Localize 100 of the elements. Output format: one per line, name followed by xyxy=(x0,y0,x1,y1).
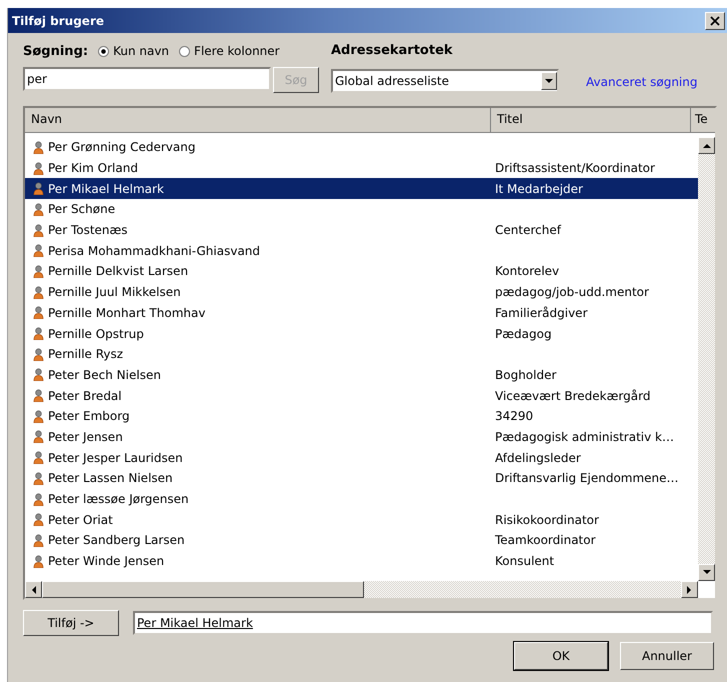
list-row[interactable]: Peter Winde Jensen Konsulent xyxy=(25,550,698,572)
selected-users-field[interactable]: Per Mikael Helmark xyxy=(133,611,713,635)
person-icon xyxy=(33,327,44,340)
scroll-left-button[interactable] xyxy=(25,581,42,598)
user-title: Pædagogisk administrativ k… xyxy=(495,430,674,444)
user-title: It Medarbejder xyxy=(495,182,583,196)
vertical-scrollbar[interactable] xyxy=(698,137,715,581)
person-icon xyxy=(33,224,44,237)
ok-button[interactable]: OK xyxy=(514,642,608,670)
user-name: Peter Lassen Nielsen xyxy=(48,471,173,486)
user-title: 34290 xyxy=(495,409,534,424)
triangle-left-icon xyxy=(31,586,36,594)
user-name: Per Kim Orland xyxy=(48,161,138,176)
person-icon xyxy=(33,368,44,382)
user-name: Peter Bredal xyxy=(48,388,122,403)
person-icon xyxy=(33,451,44,464)
list-row[interactable]: Per Schøne xyxy=(25,199,698,220)
search-field[interactable]: per xyxy=(23,67,271,91)
person-icon xyxy=(33,348,44,361)
user-name: Peter Oriat xyxy=(48,512,113,527)
user-title: Viceævært Bredekærgård xyxy=(495,388,650,403)
close-icon[interactable] xyxy=(705,12,725,30)
person-icon xyxy=(33,492,44,506)
person-icon xyxy=(33,182,44,196)
list-row[interactable]: Peter Lassen Nielsen Driftansvarlig Ejendommene… xyxy=(25,468,698,489)
search-label: Søgning: xyxy=(23,44,88,58)
person-icon xyxy=(33,264,44,278)
person-icon xyxy=(33,430,44,444)
list-row[interactable]: Pernille Delkvist Larsen Kontorelev xyxy=(25,261,698,282)
user-name: Peter Winde Jensen xyxy=(48,554,164,568)
address-book-label: Adressekartotek xyxy=(331,43,454,60)
address-book-dropdown[interactable]: Global adresseliste xyxy=(331,69,559,93)
person-icon xyxy=(33,389,44,402)
user-title: pædagog/job-udd.mentor xyxy=(495,285,649,300)
column-header[interactable]: Titel xyxy=(491,108,691,132)
person-icon xyxy=(33,244,44,258)
person-icon xyxy=(33,534,44,547)
user-name: Pernille Opstrup xyxy=(48,326,144,341)
user-title: Pædagog xyxy=(495,326,552,341)
user-title: Bogholder xyxy=(495,368,556,382)
list-row[interactable]: Peter Jesper Lauridsen Afdelingsleder xyxy=(25,447,698,468)
user-title: Afdelingsleder xyxy=(495,450,581,465)
user-name: Pernille Delkvist Larsen xyxy=(48,264,188,278)
person-icon xyxy=(33,554,44,568)
user-title: Driftansvarlig Ejendommene… xyxy=(495,471,679,486)
user-title: Kontorelev xyxy=(495,264,560,278)
radio-option[interactable]: Flere kolonner xyxy=(179,44,280,58)
list-row[interactable]: Peter Emborg 34290 xyxy=(25,406,698,427)
column-header[interactable]: Navn xyxy=(25,108,491,132)
triangle-down-icon xyxy=(702,570,710,575)
list-row[interactable]: Pernille Opstrup Pædagog xyxy=(25,323,698,344)
window-title: Tilføj brugere xyxy=(12,14,104,28)
list-row[interactable]: Per Kim Orland Driftsassistent/Koordinator xyxy=(25,158,698,178)
scroll-up-button[interactable] xyxy=(698,137,715,154)
user-title: Konsulent xyxy=(495,554,554,568)
user-name: Pernille Juul Mikkelsen xyxy=(48,285,181,300)
list-row[interactable]: Pernille Monhart Thomhav Familierådgiver xyxy=(25,302,698,324)
user-name: Per Schøne xyxy=(48,202,116,216)
column-header[interactable]: Te xyxy=(691,108,715,132)
user-name: Peter Sandberg Larsen xyxy=(48,533,185,548)
list-row[interactable]: Pernille Juul Mikkelsen pædagog/job-udd.mentor xyxy=(25,282,698,302)
person-icon xyxy=(33,513,44,526)
scroll-right-button[interactable] xyxy=(681,581,698,598)
person-icon xyxy=(33,202,44,216)
user-name: Peter læssøe Jørgensen xyxy=(48,492,189,506)
person-icon xyxy=(33,306,44,320)
radio-option[interactable]: Kun navn xyxy=(98,44,170,58)
dropdown-button[interactable] xyxy=(541,72,557,90)
list-row[interactable]: Perisa Mohammadkhani-Ghiasvand xyxy=(25,240,698,262)
cancel-button[interactable]: Annuller xyxy=(620,642,714,670)
list-row[interactable]: Peter Oriat Risikokoordinator xyxy=(25,509,698,530)
scroll-down-button[interactable] xyxy=(698,564,715,581)
user-name: Pernille Monhart Thomhav xyxy=(48,306,206,320)
add-button[interactable]: Tilføj -> xyxy=(23,610,119,636)
user-name: Per Mikael Helmark xyxy=(48,182,164,196)
list-row[interactable]: Peter Sandberg Larsen Teamkoordinator xyxy=(25,530,698,551)
person-icon xyxy=(33,286,44,299)
list-row[interactable]: Pernille Rysz xyxy=(25,344,698,365)
user-name: Peter Jensen xyxy=(48,430,123,444)
person-icon xyxy=(33,162,44,175)
list-row[interactable]: Peter Bredal Viceævært Bredekærgård xyxy=(25,385,698,406)
list-row[interactable]: Peter Bech Nielsen Bogholder xyxy=(25,364,698,386)
user-title: Familierådgiver xyxy=(495,306,588,320)
list-row[interactable]: Per Grønning Cedervang xyxy=(25,137,698,158)
list-row[interactable]: Peter Jensen Pædagogisk administrativ k… xyxy=(25,426,698,448)
user-name: Pernille Rysz xyxy=(48,347,124,362)
user-title: Driftsassistent/Koordinator xyxy=(495,161,655,176)
user-name: Perisa Mohammadkhani-Ghiasvand xyxy=(48,244,260,258)
horizontal-scrollbar[interactable] xyxy=(25,581,698,598)
user-name: Per Grønning Cedervang xyxy=(48,140,196,154)
advanced-search-link[interactable]: Avanceret søgning xyxy=(586,75,698,89)
caret-down-icon xyxy=(545,78,553,84)
list-row[interactable]: Per Tostenæs Centerchef xyxy=(25,220,698,240)
user-title: Centerchef xyxy=(495,223,561,238)
user-title: Risikokoordinator xyxy=(495,512,599,527)
triangle-right-icon xyxy=(687,586,692,594)
list-row[interactable]: Peter læssøe Jørgensen xyxy=(25,488,698,510)
user-name: Peter Emborg xyxy=(48,409,130,424)
list-row[interactable]: Per Mikael Helmark It Medarbejder xyxy=(25,178,698,200)
user-name: Peter Bech Nielsen xyxy=(48,368,161,382)
